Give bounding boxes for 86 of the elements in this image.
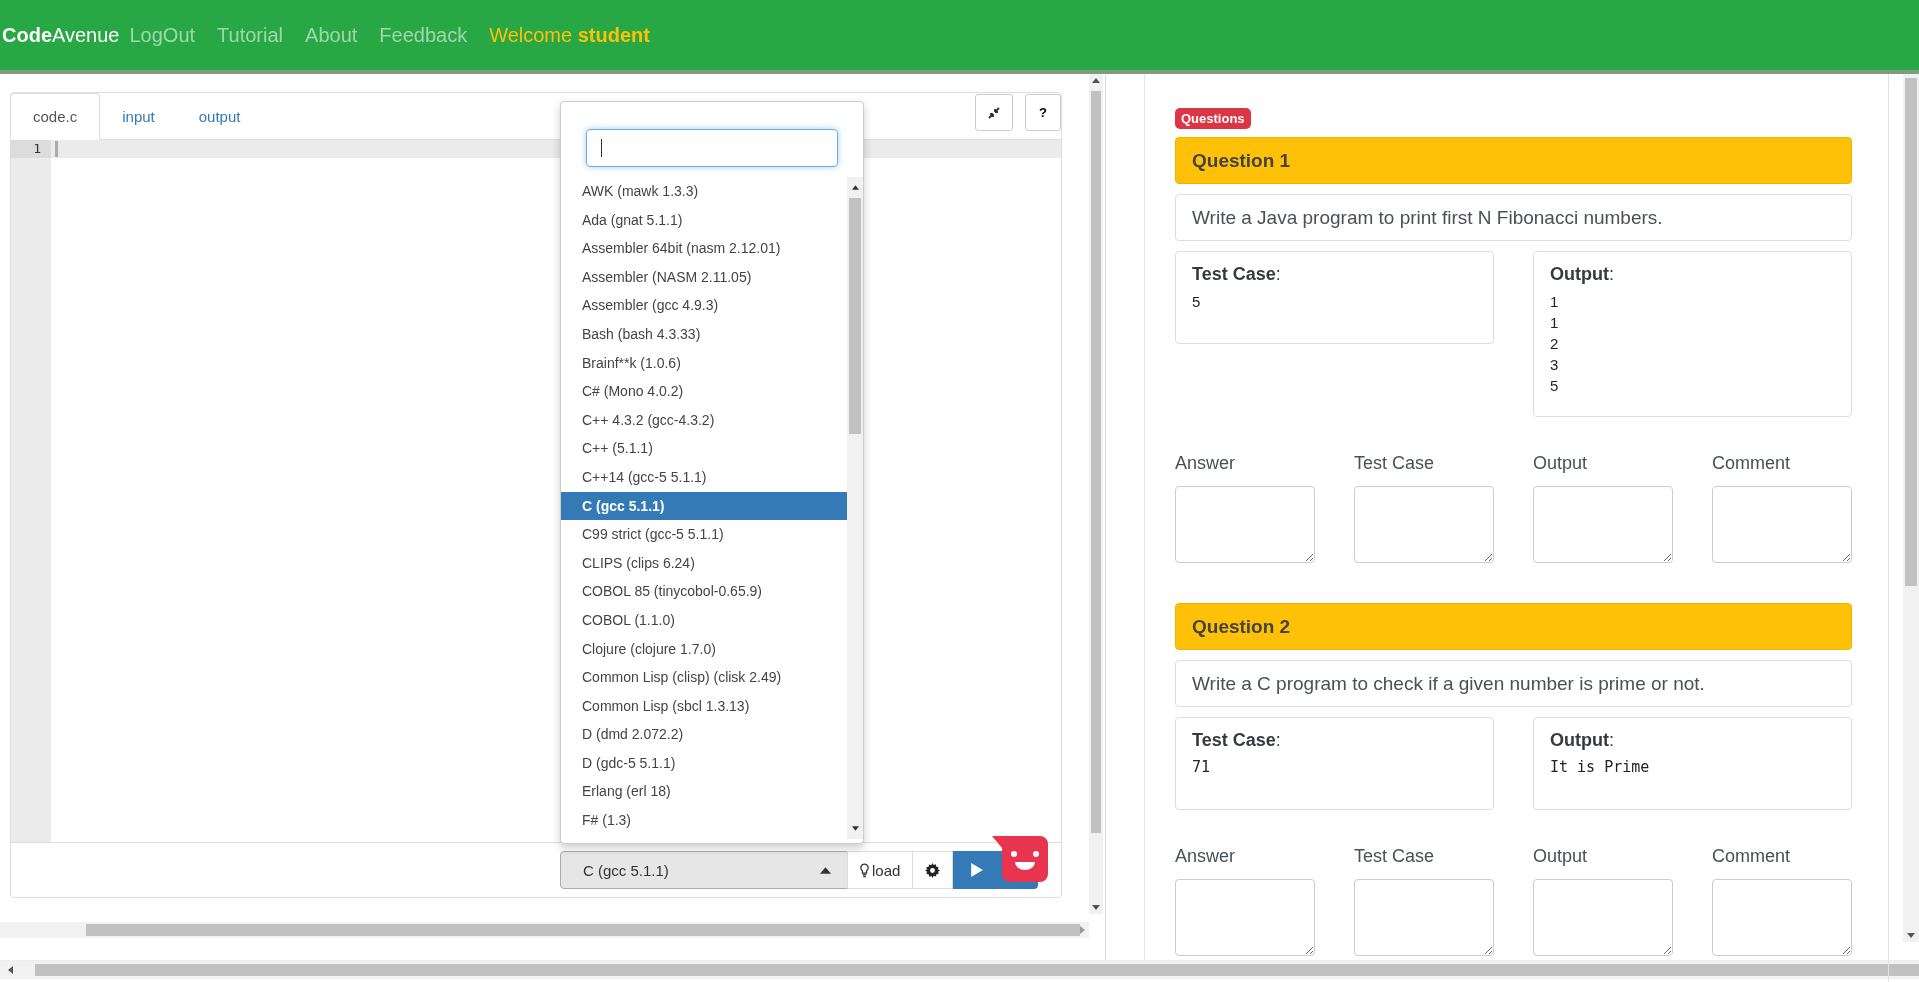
language-option[interactable]: Assembler (NASM 2.11.05): [561, 262, 847, 292]
field-label: Comment: [1712, 453, 1792, 474]
text-cursor: [601, 139, 602, 157]
file-tab[interactable]: input: [100, 93, 177, 140]
field-label: Test Case: [1354, 453, 1436, 474]
language-option[interactable]: Erlang (erl 18): [561, 777, 847, 807]
language-option[interactable]: Clojure (clojure 1.7.0): [561, 634, 847, 664]
language-option[interactable]: AWK (mawk 1.3.3): [561, 177, 847, 206]
language-option[interactable]: Assembler (gcc 4.9.3): [561, 291, 847, 320]
field-label: Output: [1533, 453, 1589, 474]
scrollbar[interactable]: [0, 922, 1089, 938]
settings-icon: [925, 862, 941, 878]
language-option[interactable]: D (dmd 2.072.2): [561, 720, 847, 749]
language-option[interactable]: D (gdc-5 5.1.1): [561, 748, 847, 778]
scroll-left-icon: [8, 966, 13, 974]
example-value: 5: [1192, 292, 1202, 312]
language-option[interactable]: Assembler 64bit (nasm 2.12.01): [561, 234, 847, 263]
search-field[interactable]: [586, 129, 838, 167]
scroll-down-icon: [1907, 933, 1915, 938]
text-area[interactable]: [1354, 486, 1494, 563]
example-label: Output:: [1550, 264, 1615, 285]
language-option[interactable]: Common Lisp (clisp) (clisk 2.49): [561, 663, 847, 692]
example-label: Test Case:: [1192, 730, 1282, 751]
language-option[interactable]: CLIPS (clips 6.24): [561, 548, 847, 578]
collapse-icon: [988, 106, 1000, 119]
example-value: 1: [1550, 292, 1560, 312]
scrollbar[interactable]: [847, 177, 863, 839]
example-value: It is Prime: [1550, 757, 1651, 778]
question-header: Question 1: [1175, 137, 1852, 184]
example-value: 3: [1550, 355, 1560, 375]
welcome-text: Welcome student: [489, 23, 650, 47]
file-tab[interactable]: code.c: [10, 93, 101, 140]
field-label: Answer: [1175, 453, 1237, 474]
scrollbar[interactable]: [1089, 74, 1103, 914]
scrollbar[interactable]: [1903, 74, 1919, 942]
language-option[interactable]: Brainf**k (1.0.6): [561, 348, 847, 378]
text-area[interactable]: [1175, 486, 1315, 563]
robot-face-icon: [990, 834, 1050, 884]
question-text: Write a Java program to print first N Fibonacci numbers.: [1175, 194, 1852, 241]
scrollbar[interactable]: [0, 960, 1919, 979]
scroll-down-icon: [1092, 905, 1100, 910]
question-header: Question 2: [1175, 603, 1852, 650]
language-option[interactable]: C++ (5.1.1): [561, 434, 847, 463]
example-value: 1: [1550, 313, 1560, 333]
scroll-up-icon: [1092, 78, 1100, 83]
question-text: Write a C program to check if a given number is prime or not.: [1175, 660, 1852, 707]
scroll-down-icon: [851, 826, 859, 831]
language-option[interactable]: Bash (bash 4.3.33): [561, 319, 847, 349]
scroll-up-icon: [851, 185, 859, 190]
text-area[interactable]: [1712, 879, 1852, 956]
language-option[interactable]: F# (1.3): [561, 806, 847, 835]
language-option[interactable]: C99 strict (gcc-5 5.1.1): [561, 520, 847, 549]
field-label: Output: [1533, 846, 1589, 867]
settings-button[interactable]: [912, 851, 954, 889]
language-option[interactable]: Ada (gnat 5.1.1): [561, 205, 847, 235]
example-value: 2: [1550, 334, 1560, 354]
line-number: 1: [11, 140, 51, 158]
text-area[interactable]: [1533, 486, 1673, 563]
text-area[interactable]: [1712, 486, 1852, 563]
language-option[interactable]: C (gcc 5.1.1): [561, 491, 847, 521]
language-option[interactable]: C++14 (gcc-5 5.1.1): [561, 462, 847, 492]
language-option[interactable]: COBOL 85 (tinycobol-0.65.9): [561, 577, 847, 606]
file-tab[interactable]: output: [176, 93, 263, 140]
language-option[interactable]: COBOL (1.1.0): [561, 605, 847, 635]
load-button[interactable]: load: [847, 851, 914, 889]
play-icon: [971, 863, 984, 877]
field-label: Test Case: [1354, 846, 1436, 867]
caret-icon: [820, 866, 831, 874]
help-button[interactable]: ?: [1025, 94, 1061, 131]
language-option[interactable]: Common Lisp (sbcl 1.3.13): [561, 691, 847, 721]
collapse-button[interactable]: [975, 94, 1013, 131]
example-value: 5: [1550, 376, 1560, 396]
text-area[interactable]: [1175, 879, 1315, 956]
example-value: 71: [1192, 757, 1212, 778]
text-area[interactable]: [1354, 879, 1494, 956]
lightbulb-icon: [860, 862, 869, 878]
example-label: Output:: [1550, 730, 1615, 751]
questions-badge: Questions: [1175, 108, 1251, 129]
language-select[interactable]: C (gcc 5.1.1): [560, 851, 848, 889]
text-cursor: [55, 141, 58, 157]
language-option[interactable]: C++ 4.3.2 (gcc-4.3.2): [561, 405, 847, 435]
field-label: Comment: [1712, 846, 1792, 867]
example-label: Test Case:: [1192, 264, 1282, 285]
field-label: Answer: [1175, 846, 1237, 867]
language-option[interactable]: C# (Mono 4.0.2): [561, 377, 847, 406]
text-area[interactable]: [1533, 879, 1673, 956]
